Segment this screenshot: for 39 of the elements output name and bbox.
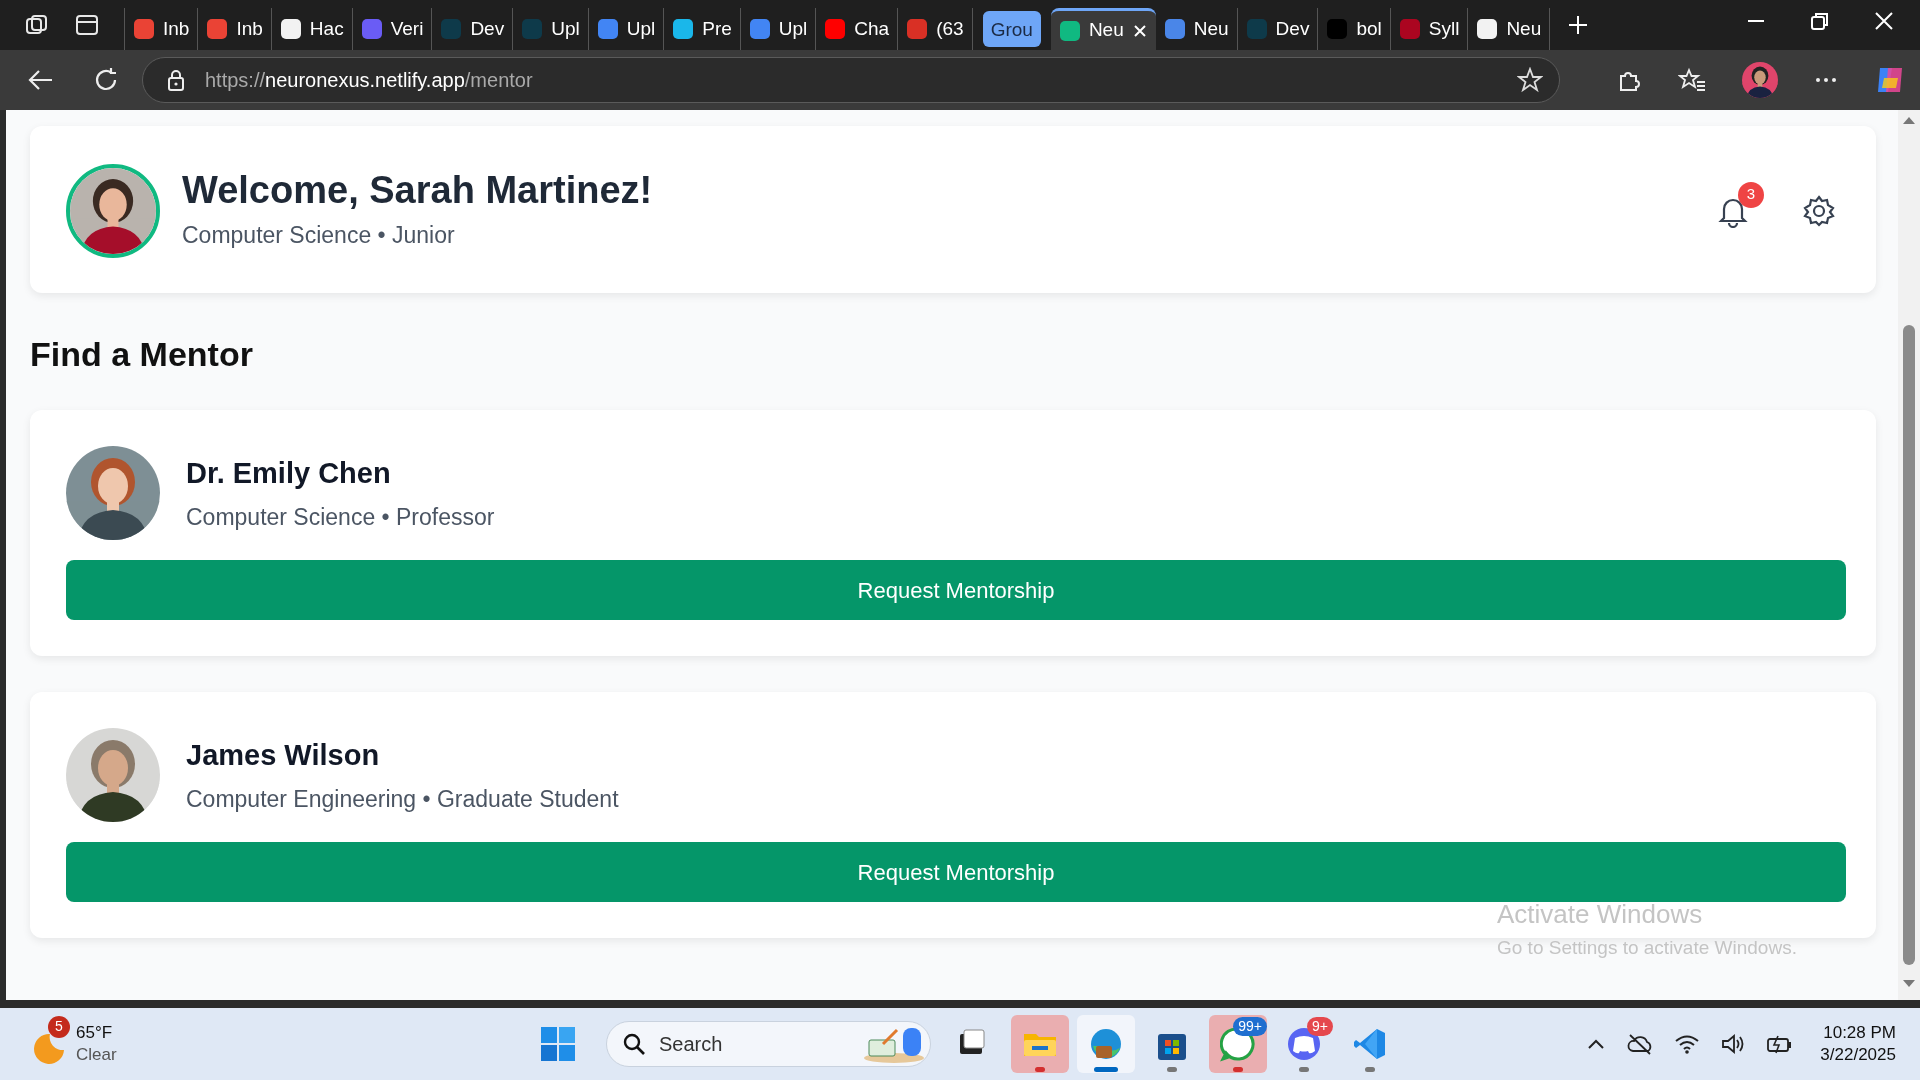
tab-title: Upl	[626, 16, 656, 41]
notification-count: 3	[1738, 181, 1764, 208]
weather-badge: 5	[48, 1015, 70, 1038]
notification-badge: 9+	[1307, 1017, 1333, 1036]
tab-title: Neu	[1088, 18, 1124, 43]
mentor-name: Dr. Emily Chen	[186, 456, 392, 491]
search-field[interactable]: Search	[606, 1021, 931, 1067]
mentor-name: James Wilson	[186, 738, 381, 773]
tab-group-label[interactable]: Grou	[982, 11, 1041, 47]
tab-title: Inb	[163, 16, 190, 41]
tab-title: Upl	[551, 16, 580, 41]
tab-title: Neu	[1193, 16, 1229, 41]
clock-time[interactable]: 10:28 PM	[1820, 1021, 1896, 1044]
tab-title: Pre	[702, 16, 732, 41]
taskbar-app[interactable]: 99+	[1209, 1015, 1267, 1073]
tab-title: Neu	[1506, 16, 1542, 41]
tab-title: Upl	[778, 16, 808, 41]
browser-tab[interactable]: Neu	[1050, 8, 1156, 50]
tab-title: (63	[936, 16, 964, 41]
mentor-info: Computer Science • Professor	[186, 502, 495, 532]
weather-condition: Clear	[76, 1044, 117, 1066]
mentor-info: Computer Engineering • Graduate Student	[186, 784, 619, 814]
request-mentorship-button[interactable]: Request Mentorship	[66, 842, 1846, 902]
tab-title: Cha	[854, 16, 890, 41]
student-info: Computer Science • Junior	[182, 221, 456, 251]
tab-title: bol	[1356, 16, 1382, 41]
tab-title: Inb	[236, 16, 263, 41]
tab-title: Hac	[309, 16, 344, 41]
request-mentorship-button[interactable]: Request Mentorship	[66, 560, 1846, 620]
tab-title: Dev	[470, 16, 505, 41]
welcome-heading: Welcome, Sarah Martinez!	[182, 168, 654, 214]
tab-title: Syll	[1428, 16, 1460, 41]
clock-date[interactable]: 3/22/2025	[1820, 1044, 1896, 1067]
tab-title: Dev	[1275, 16, 1310, 41]
tab-title: Veri	[390, 16, 424, 41]
temperature: 65°F	[76, 1021, 114, 1044]
taskbar-app[interactable]: 9+	[1275, 1015, 1333, 1073]
section-heading: Find a Mentor	[30, 334, 254, 375]
notification-badge: 99+	[1233, 1017, 1267, 1036]
